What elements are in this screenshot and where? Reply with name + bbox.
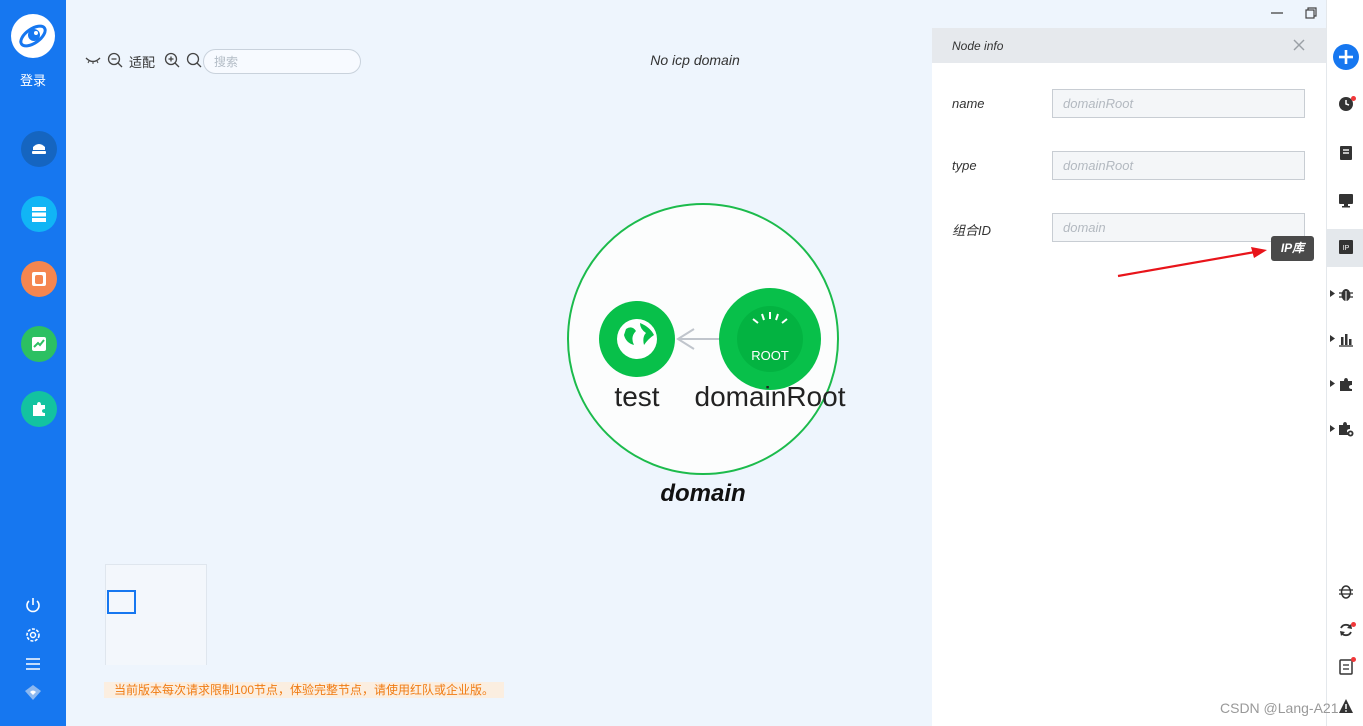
- search-input[interactable]: [203, 49, 361, 74]
- close-icon[interactable]: [1292, 38, 1306, 52]
- root-icon[interactable]: ROOT: [719, 288, 821, 390]
- hide-eye-icon[interactable]: [85, 52, 101, 68]
- node-info-panel: Node info name type 组合ID: [932, 28, 1326, 726]
- heart-shield-icon[interactable]: [24, 684, 42, 702]
- page-title: No icp domain: [650, 52, 740, 68]
- document-icon[interactable]: [1338, 145, 1354, 161]
- expand-arrow-icon[interactable]: [1330, 380, 1335, 387]
- bug-icon[interactable]: [1338, 286, 1354, 302]
- puzzle-gear-icon[interactable]: [1338, 421, 1354, 437]
- puzzle-icon[interactable]: [1338, 376, 1354, 392]
- ip-library-icon[interactable]: IP: [1338, 239, 1354, 255]
- warning-icon[interactable]: [1338, 698, 1354, 714]
- minimize-icon[interactable]: [1268, 4, 1286, 22]
- search-icon[interactable]: [186, 52, 202, 68]
- name-label: name: [952, 96, 985, 111]
- expand-arrow-icon[interactable]: [1330, 335, 1335, 342]
- menu-icon[interactable]: [24, 655, 42, 673]
- app-logo-icon[interactable]: [11, 14, 55, 58]
- limit-notice: 当前版本每次请求限制100节点，体验完整节点，请使用红队或企业版。: [104, 682, 504, 698]
- monitor-icon[interactable]: [1338, 192, 1354, 208]
- root-icon-label: ROOT: [751, 348, 789, 363]
- plugin-puzzle-icon[interactable]: [21, 391, 57, 427]
- user-hat-icon[interactable]: [21, 131, 57, 167]
- restore-icon[interactable]: [1302, 4, 1320, 22]
- zoom-out-icon[interactable]: [107, 52, 123, 68]
- type-field[interactable]: [1052, 151, 1305, 180]
- svg-text:IP: IP: [1343, 245, 1350, 252]
- bug-outline-icon[interactable]: [1338, 583, 1354, 599]
- panel-title: Node info: [952, 39, 1004, 53]
- add-icon[interactable]: [1332, 43, 1360, 71]
- node-label-domainroot: domainRoot: [695, 381, 846, 412]
- power-icon[interactable]: [24, 596, 42, 614]
- expand-arrow-icon[interactable]: [1330, 425, 1335, 432]
- ip-library-tooltip: IP库: [1271, 236, 1314, 261]
- login-link[interactable]: 登录: [0, 70, 66, 89]
- notification-dot: [1351, 96, 1356, 101]
- bug-report-icon[interactable]: [21, 261, 57, 297]
- name-field[interactable]: [1052, 89, 1305, 118]
- group-id-field[interactable]: [1052, 213, 1305, 242]
- expand-arrow-icon[interactable]: [1330, 290, 1335, 297]
- left-sidebar: 登录: [0, 0, 66, 726]
- server-list-icon[interactable]: [21, 196, 57, 232]
- notification-dot: [1351, 657, 1356, 662]
- watermark: CSDN @Lang-A21: [1220, 700, 1339, 716]
- group-label: domain: [660, 480, 745, 507]
- graph-canvas: ROOT test domainRoot domain: [567, 203, 846, 507]
- minimap[interactable]: [105, 564, 207, 665]
- group-id-label: 组合ID: [952, 223, 992, 238]
- annotation-arrow: [1117, 247, 1267, 278]
- zoom-in-icon[interactable]: [164, 52, 180, 68]
- type-label: type: [952, 158, 977, 173]
- fit-view-button[interactable]: 适配: [129, 52, 155, 71]
- notification-dot: [1351, 622, 1356, 627]
- node-label-test: test: [614, 381, 659, 412]
- bar-chart-icon[interactable]: [1338, 331, 1354, 347]
- trend-chart-icon[interactable]: [21, 326, 57, 362]
- globe-icon[interactable]: [599, 301, 675, 377]
- settings-gear-icon[interactable]: [24, 626, 42, 644]
- minimap-viewport[interactable]: [107, 590, 136, 614]
